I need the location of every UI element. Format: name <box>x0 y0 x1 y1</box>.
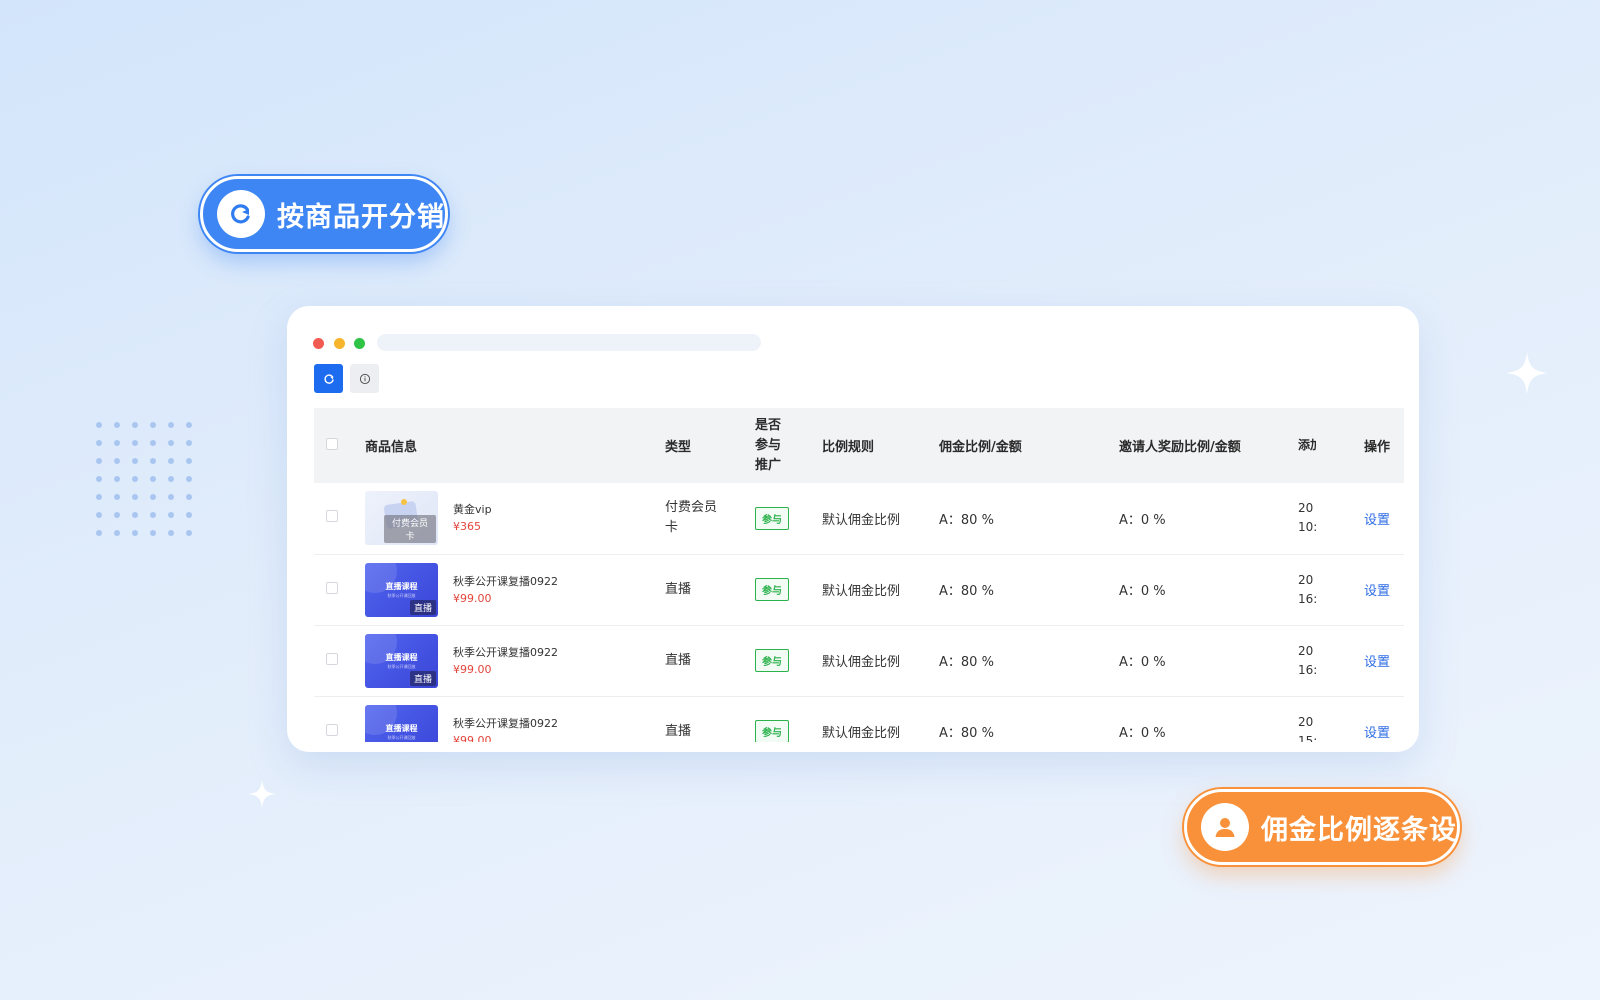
refresh-icon <box>323 373 334 384</box>
header-added-time: 添加 <box>1298 438 1316 452</box>
thumbnail-badge: 直播 <box>409 670 436 686</box>
join-status-tag: 参与 <box>755 578 789 601</box>
added-time: 20 15: <box>1298 714 1318 748</box>
row-checkbox[interactable] <box>326 510 338 523</box>
decorative-dot-grid <box>96 422 192 536</box>
feature-badge-product-distribution: 按商品开分销 <box>200 176 448 252</box>
product-name: 秋季公开课复播0922 <box>453 574 558 588</box>
info-icon <box>359 373 370 384</box>
join-status-tag: 参与 <box>755 649 789 672</box>
table-header-row: 商品信息 类型 是否 参与 推广 比例规则 佣金比例/金额 邀请人奖励比例/金额… <box>314 408 1404 483</box>
sparkle-icon <box>1506 352 1548 394</box>
info-button[interactable] <box>350 364 379 393</box>
header-rate: 佣金比例/金额 <box>939 440 1022 455</box>
commission-rate: A：80 % <box>939 655 994 670</box>
added-time: 20 16: <box>1298 643 1318 677</box>
product-name: 秋季公开课复播0922 <box>453 645 558 659</box>
commission-rate: A：80 % <box>939 726 994 741</box>
maximize-window-button[interactable] <box>354 338 365 349</box>
minimize-window-button[interactable] <box>334 338 345 349</box>
header-product: 商品信息 <box>365 440 418 455</box>
product-thumbnail: 直播课程 秋季公开课回放 直播 <box>365 633 438 688</box>
commission-rule: 默认佣金比例 <box>822 655 901 670</box>
user-icon <box>1201 803 1249 851</box>
product-type: 直播 <box>665 723 692 739</box>
header-invite-reward: 邀请人奖励比例/金额 <box>1119 440 1241 455</box>
feature-badge-commission-per-item: 佣金比例逐条设 <box>1184 789 1460 865</box>
product-thumbnail: 付费会员卡 <box>365 491 438 546</box>
row-checkbox[interactable] <box>326 652 338 665</box>
join-status-tag: 参与 <box>755 506 789 530</box>
product-type: 直播 <box>665 652 692 668</box>
commission-rule: 默认佣金比例 <box>822 584 901 599</box>
window-titlebar <box>297 316 1409 358</box>
invite-reward-rate: A：0 % <box>1119 512 1166 528</box>
sparkle-icon <box>248 780 276 808</box>
table-toolbar <box>297 358 1409 408</box>
product-price: ¥99.00 <box>453 662 492 676</box>
thumbnail-badge: 直播 <box>409 741 436 742</box>
close-window-button[interactable] <box>313 338 324 349</box>
distribution-product-table: 商品信息 类型 是否 参与 推广 比例规则 佣金比例/金额 邀请人奖励比例/金额… <box>314 408 1404 748</box>
settings-link[interactable]: 设置 <box>1364 584 1390 599</box>
invite-reward-rate: A：0 % <box>1119 655 1166 670</box>
product-type: 直播 <box>665 581 692 597</box>
product-type: 付费会员卡 <box>665 500 718 536</box>
table-row: 直播课程 秋季公开课回放 直播 秋季公开课复播0922 ¥99.00 直播 参与… <box>314 625 1404 696</box>
added-time: 20 10: <box>1298 501 1318 535</box>
product-thumbnail: 直播课程 秋季公开课回放 直播 <box>365 704 438 742</box>
row-checkbox[interactable] <box>326 723 338 736</box>
product-name: 秋季公开课复播0922 <box>453 716 558 730</box>
settings-link[interactable]: 设置 <box>1364 513 1390 528</box>
header-join: 是否 参与 推广 <box>755 417 782 473</box>
commission-rate: A：80 % <box>939 512 994 528</box>
address-bar[interactable] <box>377 334 761 351</box>
app-window: 商品信息 类型 是否 参与 推广 比例规则 佣金比例/金额 邀请人奖励比例/金额… <box>287 306 1419 752</box>
thumbnail-badge: 付费会员卡 <box>384 515 436 544</box>
join-status-tag: 参与 <box>755 720 789 742</box>
invite-reward-rate: A：0 % <box>1119 726 1166 741</box>
badge-text: 按商品开分销 <box>277 201 445 233</box>
thumbnail-badge: 直播 <box>409 599 436 615</box>
settings-link[interactable]: 设置 <box>1364 655 1390 670</box>
row-checkbox[interactable] <box>326 581 338 594</box>
header-type: 类型 <box>665 440 692 455</box>
commission-rule: 默认佣金比例 <box>822 726 901 741</box>
badge-text: 佣金比例逐条设 <box>1261 814 1457 846</box>
commission-rule: 默认佣金比例 <box>822 512 901 528</box>
settings-link[interactable]: 设置 <box>1364 726 1390 741</box>
product-price: ¥99.00 <box>453 733 492 747</box>
header-actions: 操作 <box>1364 440 1391 455</box>
product-price: ¥99.00 <box>453 591 492 605</box>
commission-rate: A：80 % <box>939 584 994 599</box>
table-row: 直播课程 秋季公开课回放 直播 秋季公开课复播0922 ¥99.00 直播 参与… <box>314 554 1404 625</box>
table-row: 直播课程 秋季公开课回放 直播 秋季公开课复播0922 ¥99.00 直播 参与… <box>314 696 1404 748</box>
header-rule: 比例规则 <box>822 440 875 455</box>
invite-reward-rate: A：0 % <box>1119 584 1166 599</box>
refresh-button[interactable] <box>314 364 343 393</box>
added-time: 20 16: <box>1298 572 1318 606</box>
product-price: ¥365 <box>453 520 481 534</box>
refresh-icon <box>217 190 265 238</box>
product-name: 黄金vip <box>453 503 492 517</box>
product-thumbnail: 直播课程 秋季公开课回放 直播 <box>365 562 438 617</box>
select-all-checkbox[interactable] <box>326 437 338 450</box>
table-row: 付费会员卡 黄金vip ¥365 付费会员卡 参与 默认佣金比例 A：80 % … <box>314 483 1404 554</box>
